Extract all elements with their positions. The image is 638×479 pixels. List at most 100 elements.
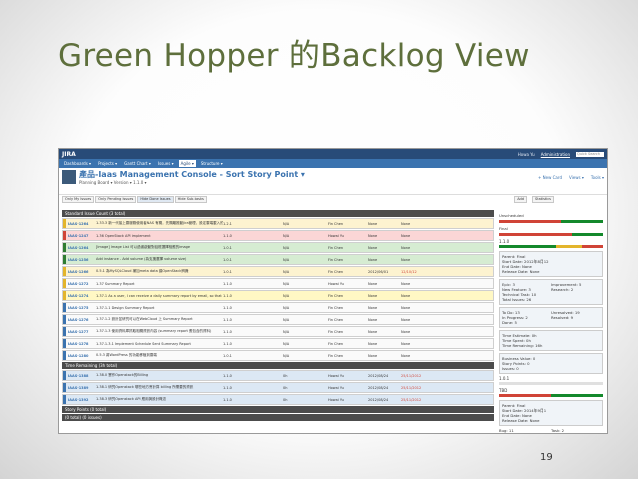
issue-reporter: None — [368, 221, 378, 226]
nav-item[interactable]: Projects ▾ — [96, 160, 119, 167]
issue-row[interactable]: IAAS-1247 1.36 OpenStack API implement 1.1… — [62, 230, 494, 241]
issue-row[interactable]: IAAS-1389 1.38.1 研究Openstack 哪些地方會計算 bill… — [62, 382, 494, 393]
quick-filter-button[interactable]: Hide Sub-tasks — [174, 195, 207, 203]
issue-summary: 1.37.1 As a user, I can receive a daily … — [96, 293, 223, 298]
admin-link[interactable]: Administration — [541, 152, 570, 157]
quick-filter-button[interactable]: Only Pending Issues — [95, 195, 137, 203]
issue-row[interactable]: IAAS-1256 Add instance - Add volume (為支援選… — [62, 254, 494, 265]
issue-version: 1.1.0 — [223, 233, 232, 238]
tbd-counts: Bug: 11 Task: 2 — [499, 428, 603, 433]
issue-row[interactable]: IAAS-1277 1.37.1.3 使用資料庫抓取相關資訊內容 (summary… — [62, 326, 494, 337]
unscheduled-progress — [499, 220, 603, 223]
issue-row[interactable]: IAAS-1266 0.5.1 為MySQLCloud 補加meta data 讓… — [62, 266, 494, 277]
issue-reporter: None — [368, 293, 378, 298]
issue-row[interactable]: IAAS-1276 1.37.1.2 設計並研究可以在WebCloud 上 Sum… — [62, 314, 494, 325]
value-stats: Business Value: 0 Story Points: 0 Issues: … — [499, 353, 603, 374]
issue-row[interactable]: IAAS-1272 1.37 Summary Report 1.1.0 N/A Howa… — [62, 278, 494, 289]
issue-estimate: N/A — [283, 221, 290, 226]
issue-key[interactable]: IAAS-1392 — [68, 398, 96, 402]
board-header: 產品-Iaas Management Console - Sort Story … — [59, 168, 607, 195]
issue-assignee: Fin Chen — [328, 221, 344, 226]
issue-row[interactable]: IAAS-1388 1.38.0 實作Openstack的Billing 1.1.0… — [62, 370, 494, 381]
board-subtitle[interactable]: Planning Board ▾ Version ▾ 1.1.0 ▾ — [79, 180, 305, 185]
issue-estimate: N/A — [283, 245, 290, 250]
issue-row[interactable]: IAAS-1392 1.38.3 研究Openstack API 應用與設計概念 1… — [62, 394, 494, 405]
issue-row[interactable]: IAAS-1264 1.33.3 新一代接上雲服務使用者NAS 有關，先隔離推動J… — [62, 218, 494, 229]
issue-reporter: None — [368, 305, 378, 310]
nav-item[interactable]: Agile ▾ — [178, 160, 196, 167]
version-panel: Unscheduled Final 1.1.0 Parent: Final Sta… — [499, 213, 603, 433]
issue-row[interactable]: IAAS-1275 1.37.1.1 Design Summary Report 1… — [62, 302, 494, 313]
issue-summary: 1.37.1.1 Design Summary Report — [96, 305, 155, 310]
project-avatar — [62, 170, 76, 184]
issue-key[interactable]: IAAS-1266 — [68, 270, 96, 274]
status-count: Done: 5 — [502, 320, 517, 325]
issue-color-strip — [63, 339, 66, 348]
issue-assignee: Howai Yu — [328, 233, 344, 238]
nav-item[interactable]: Dashboards ▾ — [62, 160, 93, 167]
issue-assignee: Fin Chen — [328, 269, 344, 274]
user-name[interactable]: Howa Yu — [518, 152, 535, 157]
final-label[interactable]: Final — [499, 226, 603, 231]
issue-due: 25/11/2012 — [401, 385, 422, 390]
issue-version: 1.1.0 — [223, 385, 232, 390]
issue-key[interactable]: IAAS-1280 — [68, 354, 96, 358]
issue-due: 12/10/12 — [401, 269, 417, 274]
issue-key[interactable]: IAAS-1277 — [68, 330, 96, 334]
issue-color-strip — [63, 219, 66, 228]
issue-reporter: 2012/08/24 — [368, 385, 389, 390]
issue-row[interactable]: IAAS-1280 0.5.3 將WordPress 的功能移植到雲端 1.0.1 N… — [62, 350, 494, 361]
issue-reporter: None — [368, 317, 378, 322]
quick-filter-button[interactable]: Hide Done Issues — [137, 195, 174, 203]
unscheduled-label[interactable]: Unscheduled — [499, 213, 603, 218]
nav-item[interactable]: Gantt Chart ▾ — [122, 160, 153, 167]
issue-key[interactable]: IAAS-1256 — [68, 258, 96, 262]
issue-estimate: N/A — [283, 305, 290, 310]
quick-search-input[interactable]: Quick Search — [576, 151, 604, 157]
header-action-button[interactable]: + New Card — [538, 175, 562, 180]
nav-item[interactable]: Structure ▾ — [199, 160, 225, 167]
issue-key[interactable]: IAAS-1272 — [68, 282, 96, 286]
issue-reporter: None — [368, 245, 378, 250]
nav-item[interactable]: Issues ▾ — [156, 160, 176, 167]
issue-version: 1.1.0 — [223, 281, 232, 286]
filter-right-button[interactable]: Statistics — [532, 195, 554, 203]
page-number: 19 — [540, 452, 553, 463]
time-stats: Time Estimate: 0h Time Spent: 0h Time Rema… — [499, 330, 603, 351]
header-action-button[interactable]: Views ▾ — [569, 175, 584, 180]
task-count: Task: 2 — [551, 428, 565, 433]
quick-filter-button[interactable]: Only My Issues — [62, 195, 95, 203]
issue-summary: 0.5.1 為MySQLCloud 補加meta data 讓OpenStack… — [96, 269, 189, 273]
issue-assignee: Howai Yu — [328, 385, 344, 390]
version-label[interactable]: 1.1.0 — [499, 239, 603, 244]
issue-key[interactable]: IAAS-1247 — [68, 234, 96, 238]
issue-key[interactable]: IAAS-1264 — [68, 246, 96, 250]
issue-assignee: Fin Chen — [328, 329, 344, 334]
issue-key[interactable]: IAAS-1275 — [68, 306, 96, 310]
issue-key[interactable]: IAAS-1388 — [68, 374, 96, 378]
tbd-label[interactable]: TBD — [499, 388, 603, 393]
issue-row[interactable]: IAAS-1278 1.37.1.3.1 Implement Schedule S… — [62, 338, 494, 349]
issue-reporter: 2012/08/24 — [368, 373, 389, 378]
header-action-button[interactable]: Tools ▾ — [591, 175, 604, 180]
issue-key[interactable]: IAAS-1264 — [68, 222, 96, 226]
version-label-2[interactable]: 1.0.1 — [499, 376, 603, 381]
issue-version: 1.0.1 — [223, 353, 232, 358]
issue-row[interactable]: IAAS-1274 1.37.1 As a user, I can receive… — [62, 290, 494, 301]
tbd-progress — [499, 394, 603, 397]
issue-summary: 1.37 Summary Report — [96, 281, 135, 286]
issue-assignee: Fin Chen — [328, 305, 344, 310]
issue-key[interactable]: IAAS-1276 — [68, 318, 96, 322]
issue-color-strip — [63, 291, 66, 300]
issue-key[interactable]: IAAS-1274 — [68, 294, 96, 298]
issue-key[interactable]: IAAS-1389 — [68, 386, 96, 390]
board-title[interactable]: 產品-Iaas Management Console - Sort Story … — [79, 170, 305, 180]
issue-color-strip — [63, 267, 66, 276]
filter-right-button[interactable]: Add — [514, 195, 527, 203]
issue-key[interactable]: IAAS-1278 — [68, 342, 96, 346]
issue-color-strip — [63, 279, 66, 288]
issue-row[interactable]: IAAS-1264 [Image] Image List 可以過濾啟動對話框選擇相… — [62, 242, 494, 253]
issue-estimate: N/A — [283, 281, 290, 286]
version-progress — [499, 245, 603, 248]
jira-logo[interactable]: JIRA — [62, 151, 76, 158]
